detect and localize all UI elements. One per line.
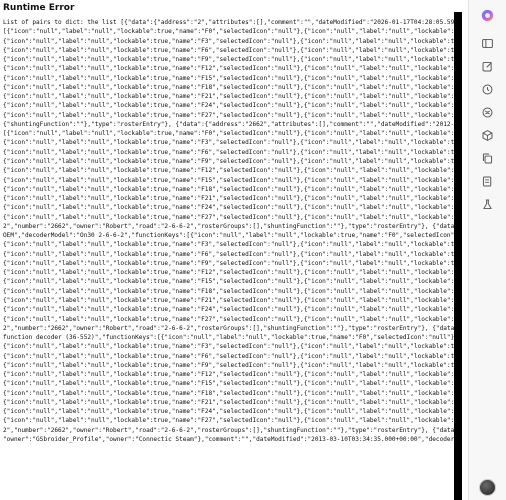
log-line: {"icon":"null","label":"null","lockable"… bbox=[3, 102, 462, 110]
log-line: {"icon":"null","label":"null","lockable"… bbox=[3, 287, 462, 295]
flask-icon[interactable] bbox=[478, 195, 496, 213]
log-line: {"icon":"null","label":"null","lockable"… bbox=[3, 93, 462, 101]
log-line: {"icon":"null","label":"null","lockable"… bbox=[3, 259, 462, 267]
log-line: {"icon":"null","label":"null","lockable"… bbox=[3, 185, 462, 193]
edit-icon[interactable] bbox=[478, 57, 496, 75]
right-sidebar bbox=[468, 0, 506, 500]
log-line: {"icon":"null","label":"null","lockable"… bbox=[3, 352, 462, 360]
log-line: {"icon":"null","label":"null","lockable"… bbox=[3, 296, 462, 304]
log-line: {"icon":"null","label":"null","lockable"… bbox=[3, 380, 462, 388]
copy-icon[interactable] bbox=[478, 149, 496, 167]
log-line: [{"icon":"null","label":"null","lockable… bbox=[3, 130, 462, 138]
error-log: List of pairs to dict: the list [{"data"… bbox=[3, 18, 462, 444]
log-line: {"icon":"null","label":"null","lockable"… bbox=[3, 389, 462, 397]
log-line: 2","number":"2662","owner":"Robert","roa… bbox=[3, 222, 462, 230]
sidebar-panel-icon[interactable] bbox=[478, 34, 496, 52]
log-line: "owner":"GSbroider_Profile","owner":"Con… bbox=[3, 435, 462, 443]
log-line: List of pairs to dict: the list [{"data"… bbox=[3, 19, 462, 26]
log-line: {"icon":"null","label":"null","lockable"… bbox=[3, 46, 462, 54]
app-logo-icon[interactable] bbox=[478, 6, 496, 24]
log-line: {"icon":"null","label":"null","lockable"… bbox=[3, 195, 462, 203]
log-line: {"icon":"null","label":"null","lockable"… bbox=[3, 213, 462, 221]
log-line: {"icon":"null","label":"null","lockable"… bbox=[3, 398, 462, 406]
log-line: 2","number":"2662","owner":"Robert","roa… bbox=[3, 324, 462, 332]
log-line: {"icon":"null","label":"null","lockable"… bbox=[3, 56, 462, 64]
log-line: {"icon":"null","label":"null","lockable"… bbox=[3, 111, 462, 119]
log-line: {"icon":"null","label":"null","lockable"… bbox=[3, 157, 462, 165]
log-line: {"icon":"null","label":"null","lockable"… bbox=[3, 167, 462, 175]
log-line: {"icon":"null","label":"null","lockable"… bbox=[3, 315, 462, 323]
log-line: {"icon":"null","label":"null","lockable"… bbox=[3, 278, 462, 286]
log-line: {"icon":"null","label":"null","lockable"… bbox=[3, 204, 462, 212]
log-line: {"icon":"null","label":"null","lockable"… bbox=[3, 371, 462, 379]
log-line: {"icon":"null","label":"null","lockable"… bbox=[3, 343, 462, 351]
log-line: 2","number":"2662","owner":"Robert","roa… bbox=[3, 426, 462, 434]
log-line: {"icon":"null","label":"null","lockable"… bbox=[3, 250, 462, 258]
pages-icon[interactable] bbox=[478, 172, 496, 190]
log-line: {"icon":"null","label":"null","lockable"… bbox=[3, 269, 462, 277]
log-line: [{"icon":"null","label":"null","lockable… bbox=[3, 28, 462, 36]
log-line: OEM","decoderModel":"On30 2-6-6-2","func… bbox=[3, 232, 462, 240]
log-line: function decoder (36-552)","functionKeys… bbox=[3, 334, 462, 342]
history-icon[interactable] bbox=[478, 80, 496, 98]
log-line: {"icon":"null","label":"null","lockable"… bbox=[3, 37, 462, 45]
log-line: {"icon":"null","label":"null","lockable"… bbox=[3, 74, 462, 82]
overlay-bar bbox=[454, 12, 462, 500]
log-line: {"icon":"null","label":"null","lockable"… bbox=[3, 83, 462, 91]
log-line: {"shuntingFunction":""},"type":"rosterEn… bbox=[3, 120, 462, 128]
page-title: Runtime Error bbox=[3, 3, 75, 13]
error-panel: Runtime Error List of pairs to dict: the… bbox=[0, 0, 462, 500]
log-line: {"icon":"null","label":"null","lockable"… bbox=[3, 361, 462, 369]
log-line: {"icon":"null","label":"null","lockable"… bbox=[3, 65, 462, 73]
avatar[interactable] bbox=[479, 479, 496, 496]
log-line: {"icon":"null","label":"null","lockable"… bbox=[3, 148, 462, 156]
log-line: {"icon":"null","label":"null","lockable"… bbox=[3, 417, 462, 425]
log-line: {"icon":"null","label":"null","lockable"… bbox=[3, 241, 462, 249]
log-line: {"icon":"null","label":"null","lockable"… bbox=[3, 139, 462, 147]
log-line: {"icon":"null","label":"null","lockable"… bbox=[3, 408, 462, 416]
log-line: {"icon":"null","label":"null","lockable"… bbox=[3, 306, 462, 314]
bug-icon[interactable] bbox=[478, 103, 496, 121]
package-icon[interactable] bbox=[478, 126, 496, 144]
log-line: {"icon":"null","label":"null","lockable"… bbox=[3, 176, 462, 184]
